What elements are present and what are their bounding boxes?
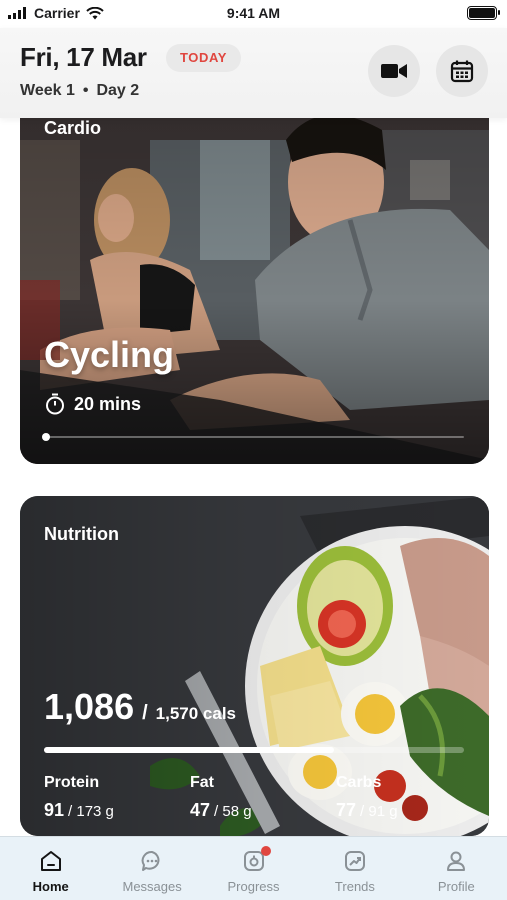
macro-total: / 91 g	[360, 803, 398, 820]
macro-current: 47	[190, 800, 211, 820]
tab-progress[interactable]: Progress	[203, 837, 304, 900]
video-button[interactable]	[368, 45, 420, 97]
tab-label: Home	[32, 879, 69, 894]
macro-protein: Protein 91 / 173 g	[44, 774, 114, 821]
user-icon	[442, 847, 470, 875]
calorie-goal: 1,570 cals	[155, 704, 237, 723]
macro-value: 47 / 58 g	[190, 800, 252, 821]
home-icon	[37, 847, 65, 875]
calendar-icon	[450, 60, 474, 83]
macro-label: Fat	[190, 774, 214, 791]
macro-current: 77	[336, 800, 357, 820]
week-day-label: Week 1 • Day 2	[20, 82, 139, 100]
cardio-card[interactable]: Cardio Cycling 20 mins	[20, 100, 489, 464]
nutrition-card[interactable]: Nutrition 1,086 / 1,570 cals Protein 91 …	[20, 496, 489, 836]
progress-icon	[240, 846, 271, 875]
tab-label: Messages	[122, 879, 182, 894]
tab-messages[interactable]: Messages	[101, 837, 202, 900]
macro-total: / 58 g	[214, 803, 252, 820]
timer-icon	[46, 393, 64, 415]
calorie-progress-fill	[44, 747, 334, 753]
status-bar: Carrier 9:41 AM	[0, 0, 507, 28]
nutrition-kicker: Nutrition	[44, 524, 119, 544]
day-label: Day 2	[96, 82, 140, 99]
workout-duration: 20 mins	[44, 393, 141, 415]
macro-value: 91 / 173 g	[44, 800, 114, 821]
status-time: 9:41 AM	[226, 5, 281, 21]
page-title: Fri, 17 Mar	[20, 42, 147, 72]
macro-label: Protein	[44, 774, 100, 791]
notification-badge	[260, 846, 271, 856]
calorie-separator: /	[142, 702, 148, 724]
week-label: Week 1	[20, 82, 75, 99]
calories-consumed: 1,086	[44, 686, 135, 727]
day-header: Fri, 17 Mar TODAY Week 1 • Day 2	[0, 28, 507, 118]
macro-current: 91	[44, 800, 65, 820]
tab-home[interactable]: Home	[0, 837, 101, 900]
tab-profile[interactable]: Profile	[406, 837, 507, 900]
workout-progress-dot	[42, 433, 50, 441]
duration-label: 20 mins	[74, 393, 142, 414]
calorie-summary: 1,086 / 1,570 cals	[44, 686, 236, 728]
tab-label: Trends	[334, 879, 375, 894]
workout-progress-track	[44, 436, 464, 438]
trends-icon	[341, 847, 369, 875]
macro-fat: Fat 47 / 58 g	[190, 774, 252, 821]
workout-name: Cycling	[44, 334, 175, 375]
chat-bubble-icon	[138, 847, 166, 875]
calorie-progress-track	[44, 747, 464, 753]
tab-trends[interactable]: Trends	[304, 837, 405, 900]
calendar-button[interactable]	[436, 45, 488, 97]
macro-carbs: Carbs 77 / 91 g	[336, 774, 398, 821]
today-badge[interactable]: TODAY	[166, 44, 242, 72]
macro-total: / 173 g	[68, 803, 114, 820]
cardio-kicker: Cardio	[44, 118, 102, 138]
separator-dot: •	[82, 82, 89, 99]
battery-icon	[467, 6, 500, 20]
tab-bar: Home Messages Progress Trends Profile	[0, 836, 507, 900]
macro-label: Carbs	[336, 774, 382, 791]
tab-label: Progress	[227, 879, 280, 894]
tab-label: Profile	[437, 879, 475, 894]
macro-value: 77 / 91 g	[336, 800, 398, 821]
video-camera-icon	[381, 64, 407, 78]
